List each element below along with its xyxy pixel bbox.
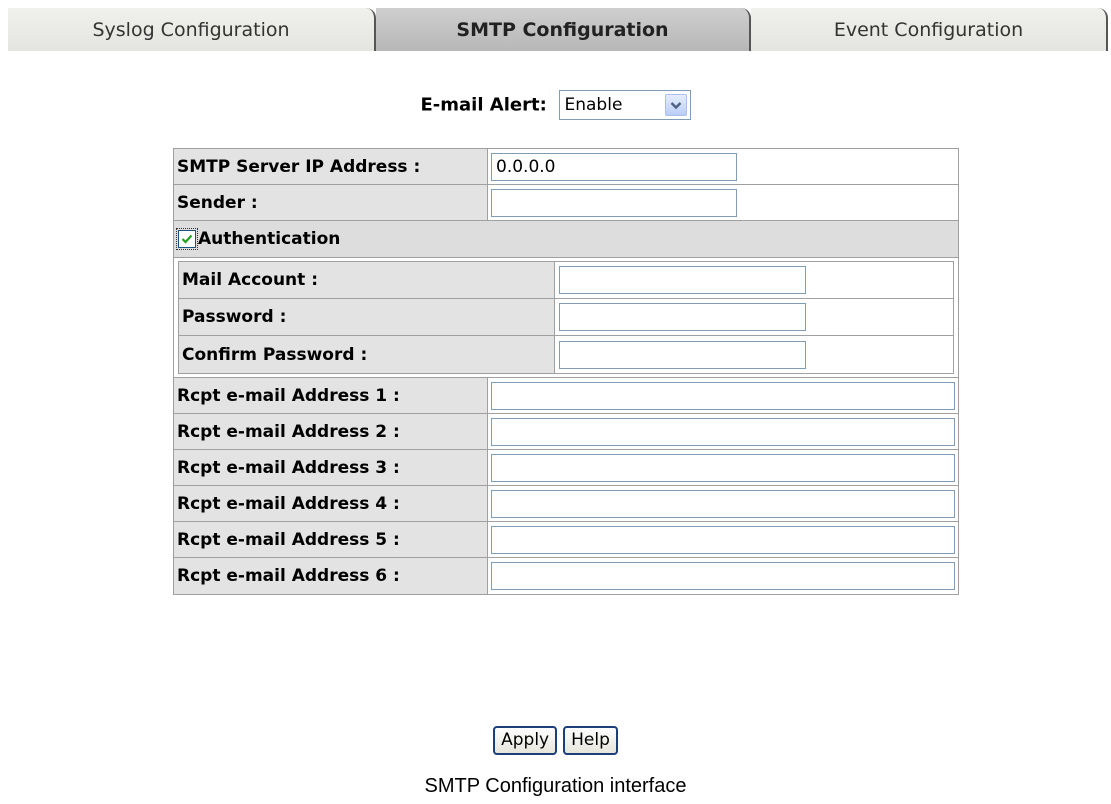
password-row: Password : xyxy=(179,299,953,336)
confirm-password-label: Confirm Password : xyxy=(179,336,555,373)
email-alert-row: E-mail Alert: Enable xyxy=(0,90,1111,120)
authentication-checkbox[interactable] xyxy=(176,228,198,250)
sender-label: Sender : xyxy=(174,185,488,220)
authentication-row: Authentication xyxy=(174,221,958,258)
smtp-server-ip-input[interactable] xyxy=(491,152,737,181)
rcpt-row-4: Rcpt e-mail Address 4 : xyxy=(174,486,958,522)
rcpt-email-label-5: Rcpt e-mail Address 5 : xyxy=(174,522,488,557)
tab-bar: Syslog Configuration SMTP Configuration … xyxy=(8,8,1108,51)
email-alert-select[interactable]: Enable xyxy=(558,90,691,120)
confirm-password-row: Confirm Password : xyxy=(179,336,953,373)
rcpt-email-input-5[interactable] xyxy=(491,525,955,554)
rcpt-email-label-2: Rcpt e-mail Address 2 : xyxy=(174,414,488,449)
sender-input[interactable] xyxy=(491,188,737,217)
email-alert-selected-value: Enable xyxy=(564,95,623,115)
action-buttons: Apply Help xyxy=(0,726,1111,755)
rcpt-email-label-4: Rcpt e-mail Address 4 : xyxy=(174,486,488,521)
mail-account-input[interactable] xyxy=(559,266,806,294)
password-input[interactable] xyxy=(559,303,806,331)
figure-caption: SMTP Configuration interface xyxy=(424,775,687,797)
tab-smtp-configuration[interactable]: SMTP Configuration xyxy=(376,8,751,51)
tab-syslog-configuration[interactable]: Syslog Configuration xyxy=(8,8,376,51)
rcpt-email-input-4[interactable] xyxy=(491,489,955,518)
mail-account-row: Mail Account : xyxy=(179,262,953,299)
mail-account-label: Mail Account : xyxy=(179,262,555,298)
authentication-details: Mail Account : Password : Confirm Passwo… xyxy=(174,261,958,378)
password-label: Password : xyxy=(179,299,555,335)
authentication-subtable: Mail Account : Password : Confirm Passwo… xyxy=(178,261,954,374)
rcpt-email-label-1: Rcpt e-mail Address 1 : xyxy=(174,378,488,413)
rcpt-email-label-6: Rcpt e-mail Address 6 : xyxy=(174,558,488,594)
smtp-config-form: SMTP Server IP Address : Sender : Authen… xyxy=(173,148,959,595)
rcpt-row-1: Rcpt e-mail Address 1 : xyxy=(174,378,958,414)
confirm-password-input[interactable] xyxy=(559,340,806,369)
smtp-server-row: SMTP Server IP Address : xyxy=(174,149,958,185)
rcpt-email-input-1[interactable] xyxy=(491,381,955,410)
rcpt-email-input-2[interactable] xyxy=(491,417,955,446)
smtp-server-ip-label: SMTP Server IP Address : xyxy=(174,149,488,184)
authentication-label: Authentication xyxy=(198,229,341,249)
rcpt-row-2: Rcpt e-mail Address 2 : xyxy=(174,414,958,450)
rcpt-row-5: Rcpt e-mail Address 5 : xyxy=(174,522,958,558)
rcpt-row-3: Rcpt e-mail Address 3 : xyxy=(174,450,958,486)
help-button[interactable]: Help xyxy=(563,726,618,755)
apply-button[interactable]: Apply xyxy=(493,726,558,755)
sender-row: Sender : xyxy=(174,185,958,221)
tab-event-configuration[interactable]: Event Configuration xyxy=(751,8,1108,51)
rcpt-email-label-3: Rcpt e-mail Address 3 : xyxy=(174,450,488,485)
rcpt-email-input-6[interactable] xyxy=(491,562,955,590)
rcpt-row-6: Rcpt e-mail Address 6 : xyxy=(174,558,958,594)
rcpt-email-input-3[interactable] xyxy=(491,453,955,482)
email-alert-label: E-mail Alert: xyxy=(420,94,547,116)
chevron-down-icon[interactable] xyxy=(664,94,687,116)
checkmark-icon xyxy=(181,234,193,244)
